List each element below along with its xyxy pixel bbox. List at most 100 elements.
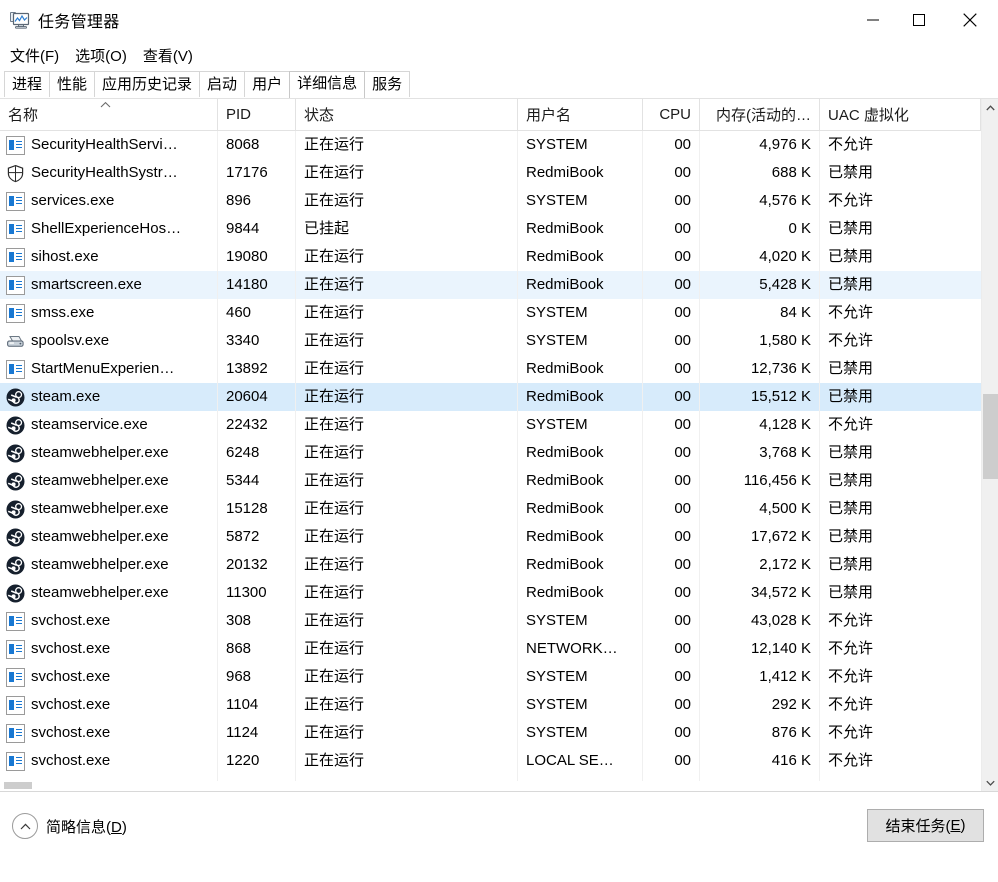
cell-name: steamwebhelper.exe xyxy=(0,523,218,551)
table-row[interactable]: svchost.exe868正在运行NETWORK…0012,140 K不允许 xyxy=(0,635,998,663)
cell-cpu: 00 xyxy=(643,607,700,635)
shield-icon xyxy=(6,164,25,183)
cell-cpu: 00 xyxy=(643,691,700,719)
table-row[interactable]: svchost.exe1124正在运行SYSTEM00876 K不允许 xyxy=(0,719,998,747)
vertical-scrollbar[interactable] xyxy=(981,99,998,791)
cell-status: 正在运行 xyxy=(296,495,518,523)
cell-status: 正在运行 xyxy=(296,271,518,299)
cell-uac: 已禁用 xyxy=(820,159,981,187)
menu-item-options[interactable]: 选项(O) xyxy=(75,45,127,66)
vertical-scroll-thumb[interactable] xyxy=(983,394,998,479)
cell-status: 已挂起 xyxy=(296,215,518,243)
app-window-icon xyxy=(6,192,25,211)
cell-pid: 22432 xyxy=(218,411,296,439)
cell-name: steamwebhelper.exe xyxy=(0,467,218,495)
cell-memory: 4,500 K xyxy=(700,495,820,523)
menu-item-file[interactable]: 文件(F) xyxy=(10,45,59,66)
scroll-up-arrow[interactable] xyxy=(982,99,998,116)
fewer-details-button[interactable]: 简略信息(D) xyxy=(12,813,127,839)
table-row[interactable]: svchost.exe968正在运行SYSTEM001,412 K不允许 xyxy=(0,663,998,691)
process-name: ShellExperienceHos… xyxy=(31,215,181,243)
cell-name: steam.exe xyxy=(0,383,218,411)
column-header-pid[interactable]: PID xyxy=(218,99,296,130)
cell-uac: 已禁用 xyxy=(820,523,981,551)
cell-status: 正在运行 xyxy=(296,551,518,579)
table-row[interactable]: steamwebhelper.exe5344正在运行RedmiBook00116… xyxy=(0,467,998,495)
table-row[interactable]: svchost.exe308正在运行SYSTEM0043,028 K不允许 xyxy=(0,607,998,635)
tab-0[interactable]: 进程 xyxy=(4,71,50,98)
table-row[interactable]: svchost.exe1220正在运行LOCAL SE…00416 K不允许 xyxy=(0,747,998,775)
end-task-button[interactable]: 结束任务(E) xyxy=(867,809,984,842)
cell-cpu: 00 xyxy=(643,495,700,523)
maximize-button[interactable] xyxy=(896,0,942,40)
table-row[interactable]: steamwebhelper.exe6248正在运行RedmiBook003,7… xyxy=(0,439,998,467)
close-button[interactable] xyxy=(942,0,998,40)
cell-uac: 不允许 xyxy=(820,411,981,439)
cell-pid: 5872 xyxy=(218,523,296,551)
table-row[interactable]: steamwebhelper.exe20132正在运行RedmiBook002,… xyxy=(0,551,998,579)
column-header-memory[interactable]: 内存(活动的… xyxy=(700,99,820,130)
cell-memory: 4,020 K xyxy=(700,243,820,271)
column-header-status[interactable]: 状态 xyxy=(296,99,518,130)
table-row[interactable]: steamservice.exe22432正在运行SYSTEM004,128 K… xyxy=(0,411,998,439)
app-window-icon xyxy=(6,220,25,239)
cell-uac: 已禁用 xyxy=(820,495,981,523)
tab-4[interactable]: 用户 xyxy=(244,71,290,98)
column-header-label: 用户名 xyxy=(526,104,571,125)
cell-pid: 14180 xyxy=(218,271,296,299)
table-row[interactable]: steamwebhelper.exe11300正在运行RedmiBook0034… xyxy=(0,579,998,607)
column-header-cpu[interactable]: CPU xyxy=(643,99,700,130)
table-row[interactable]: steamwebhelper.exe5872正在运行RedmiBook0017,… xyxy=(0,523,998,551)
column-header-user[interactable]: 用户名 xyxy=(518,99,643,130)
tab-label: 详细信息 xyxy=(297,75,357,92)
steam-icon xyxy=(6,388,25,407)
tab-1[interactable]: 性能 xyxy=(49,71,95,98)
table-row[interactable]: sihost.exe19080正在运行RedmiBook004,020 K已禁用 xyxy=(0,243,998,271)
cell-uac: 已禁用 xyxy=(820,271,981,299)
column-header-name[interactable]: 名称 xyxy=(0,99,218,130)
cell-user: RedmiBook xyxy=(518,215,643,243)
table-row[interactable]: StartMenuExperien…13892正在运行RedmiBook0012… xyxy=(0,355,998,383)
table-row[interactable]: svchost.exe1104正在运行SYSTEM00292 K不允许 xyxy=(0,691,998,719)
table-row[interactable]: smss.exe460正在运行SYSTEM0084 K不允许 xyxy=(0,299,998,327)
column-header-uac[interactable]: UAC 虚拟化 xyxy=(820,99,981,130)
cell-pid: 1124 xyxy=(218,719,296,747)
app-window-icon xyxy=(6,360,25,379)
tab-6[interactable]: 服务 xyxy=(364,71,410,98)
steam-icon xyxy=(6,444,25,463)
tab-2[interactable]: 应用历史记录 xyxy=(94,71,200,98)
cell-user: SYSTEM xyxy=(518,663,643,691)
cell-status: 正在运行 xyxy=(296,747,518,775)
tab-3[interactable]: 启动 xyxy=(199,71,245,98)
cell-pid: 1104 xyxy=(218,691,296,719)
cell-cpu: 00 xyxy=(643,635,700,663)
cell-cpu: 00 xyxy=(643,355,700,383)
cell-name: StartMenuExperien… xyxy=(0,355,218,383)
table-row[interactable]: services.exe896正在运行SYSTEM004,576 K不允许 xyxy=(0,187,998,215)
cell-uac: 不允许 xyxy=(820,607,981,635)
cell-pid: 896 xyxy=(218,187,296,215)
cell-uac: 不允许 xyxy=(820,327,981,355)
table-row[interactable]: smartscreen.exe14180正在运行RedmiBook005,428… xyxy=(0,271,998,299)
horizontal-scroll-thumb[interactable] xyxy=(4,782,32,789)
tab-5[interactable]: 详细信息 xyxy=(289,71,365,98)
cell-pid: 868 xyxy=(218,635,296,663)
cell-memory: 43,028 K xyxy=(700,607,820,635)
cell-status: 正在运行 xyxy=(296,579,518,607)
minimize-button[interactable] xyxy=(850,0,896,40)
table-row[interactable]: spoolsv.exe3340正在运行SYSTEM001,580 K不允许 xyxy=(0,327,998,355)
cell-cpu: 00 xyxy=(643,327,700,355)
horizontal-scrollbar[interactable] xyxy=(0,781,981,791)
menu-item-view[interactable]: 查看(V) xyxy=(143,45,193,66)
cell-user: LOCAL SE… xyxy=(518,747,643,775)
cell-status: 正在运行 xyxy=(296,187,518,215)
cell-pid: 17176 xyxy=(218,159,296,187)
table-row[interactable]: steam.exe20604正在运行RedmiBook0015,512 K已禁用 xyxy=(0,383,998,411)
steam-icon xyxy=(6,556,25,575)
scroll-down-arrow[interactable] xyxy=(982,774,998,791)
table-row[interactable]: SecurityHealthServi…8068正在运行SYSTEM004,97… xyxy=(0,131,998,159)
table-row[interactable]: SecurityHealthSystr…17176正在运行RedmiBook00… xyxy=(0,159,998,187)
cell-status: 正在运行 xyxy=(296,523,518,551)
table-row[interactable]: ShellExperienceHos…9844已挂起RedmiBook000 K… xyxy=(0,215,998,243)
table-row[interactable]: steamwebhelper.exe15128正在运行RedmiBook004,… xyxy=(0,495,998,523)
